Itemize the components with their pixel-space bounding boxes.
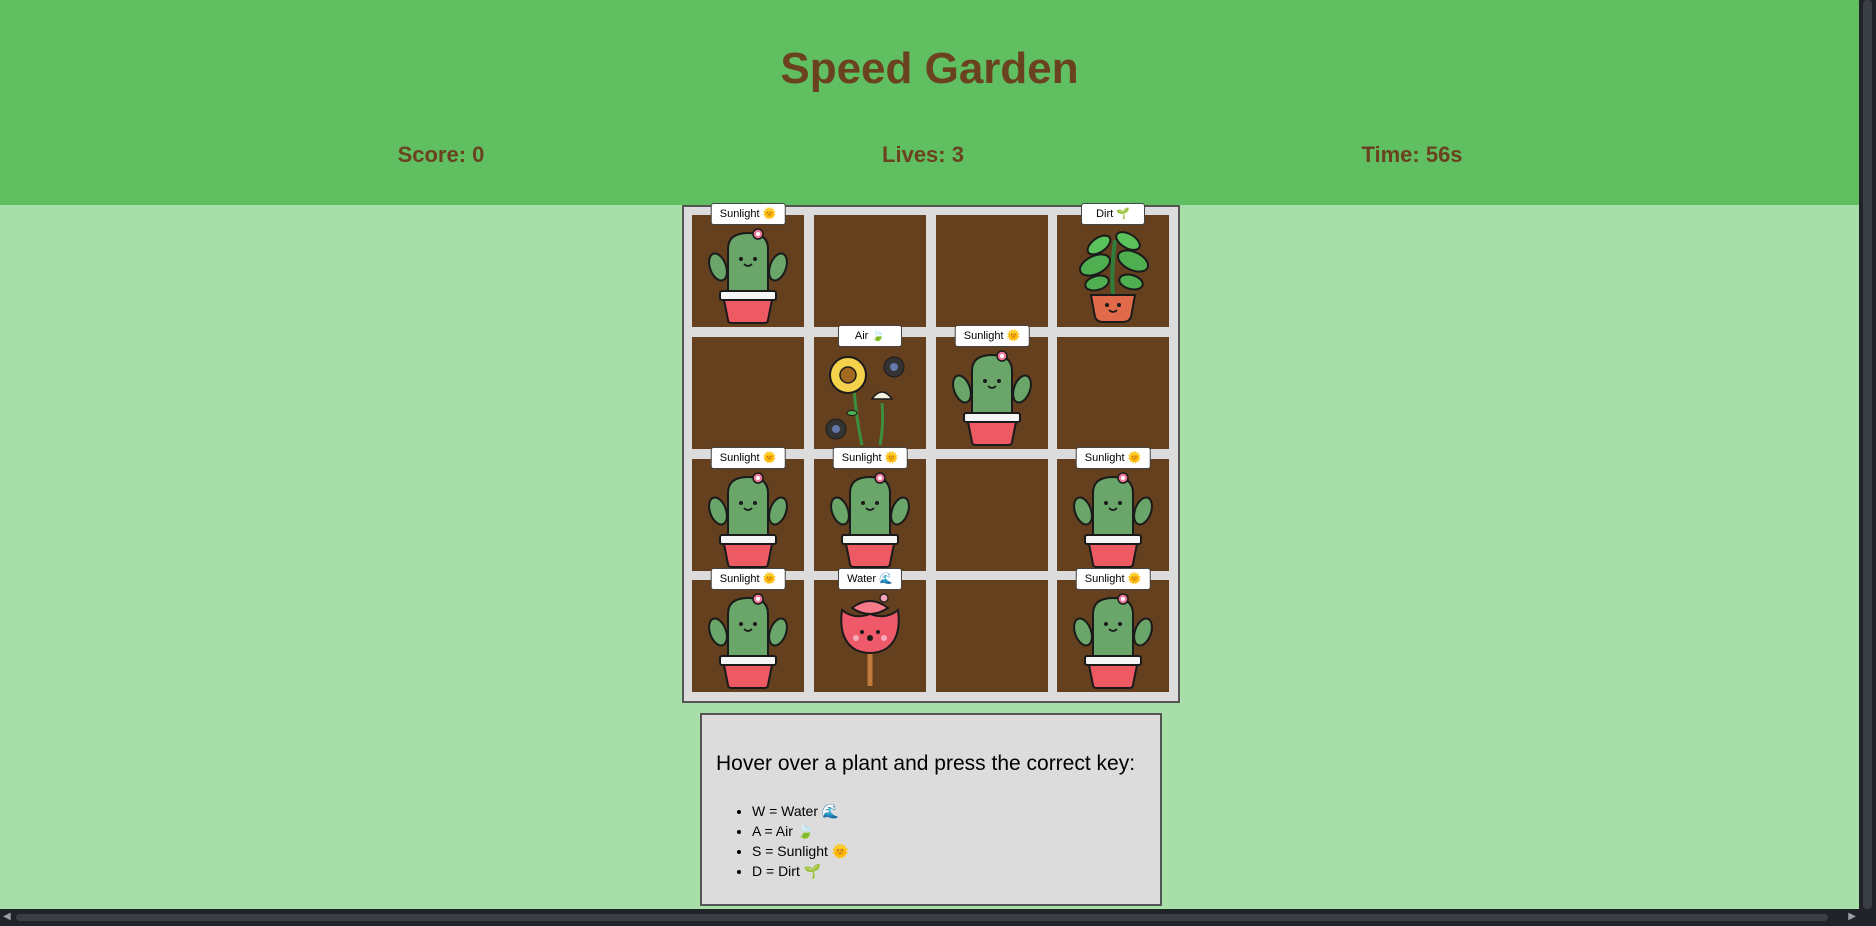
cactus-plant-icon[interactable]	[1063, 590, 1163, 690]
garden-cell[interactable]	[692, 337, 804, 449]
instructions-title: Hover over a plant and press the correct…	[716, 752, 1136, 775]
plant-need-label: Sunlight 🌞	[1075, 447, 1151, 469]
lives-display: Lives: 3	[882, 142, 964, 167]
scroll-right-icon[interactable]: ▶	[1848, 911, 1856, 922]
key-water-item: W = Water 🌊	[752, 801, 849, 821]
key-sunlight-item: S = Sunlight 🌞	[752, 841, 849, 861]
rose-plant-icon[interactable]	[820, 590, 920, 690]
garden-cell[interactable]	[936, 215, 1048, 327]
cactus-plant-icon[interactable]	[698, 225, 798, 325]
cactus-plant-icon[interactable]	[942, 347, 1042, 447]
key-dirt-item: D = Dirt 🌱	[752, 861, 849, 881]
garden-cell[interactable]: Dirt 🌱	[1057, 203, 1169, 327]
leafy-plant-icon[interactable]	[1063, 225, 1163, 325]
plant-need-label: Sunlight 🌞	[710, 203, 786, 225]
garden-cell[interactable]	[1057, 337, 1169, 449]
garden-cell[interactable]: Water 🌊	[814, 568, 926, 692]
cactus-plant-icon[interactable]	[698, 469, 798, 569]
cactus-plant-icon[interactable]	[698, 590, 798, 690]
plant-need-label: Sunlight 🌞	[710, 568, 786, 590]
garden-cell[interactable]: Sunlight 🌞	[1057, 447, 1169, 571]
cactus-plant-icon[interactable]	[820, 469, 920, 569]
cactus-plant-icon[interactable]	[1063, 469, 1163, 569]
plant-need-label: Water 🌊	[838, 568, 902, 590]
key-list: W = Water 🌊 A = Air 🍃 S = Sunlight 🌞 D =…	[736, 801, 849, 881]
score-display: Score: 0	[397, 142, 485, 167]
garden-cell[interactable]: Sunlight 🌞	[692, 568, 804, 692]
header-bar: Speed Garden Score: 0 Lives: 3 Time: 56s	[0, 0, 1859, 205]
garden-cell[interactable]: Sunlight 🌞	[692, 203, 804, 327]
sunflower-plant-icon[interactable]	[820, 347, 920, 447]
garden-cell[interactable]: Sunlight 🌞	[936, 325, 1048, 449]
scroll-left-icon[interactable]: ◀	[3, 911, 11, 922]
garden-cell[interactable]	[936, 580, 1048, 692]
game-title: Speed Garden	[780, 44, 1079, 93]
vertical-scrollbar[interactable]	[1859, 0, 1876, 909]
plant-need-label: Sunlight 🌞	[954, 325, 1030, 347]
garden-cell[interactable]: Sunlight 🌞	[1057, 568, 1169, 692]
plant-need-label: Sunlight 🌞	[710, 447, 786, 469]
horizontal-scrollbar[interactable]: ◀ ▶	[0, 909, 1876, 926]
garden-cell[interactable]: Air 🍃	[814, 325, 926, 449]
instructions-panel: Hover over a plant and press the correct…	[700, 713, 1162, 906]
horizontal-scrollbar-thumb[interactable]	[16, 914, 1828, 921]
plant-need-label: Air 🍃	[838, 325, 902, 347]
vertical-scrollbar-thumb[interactable]	[1863, 0, 1872, 909]
plant-need-label: Sunlight 🌞	[832, 447, 908, 469]
garden-cell[interactable]	[936, 459, 1048, 571]
garden-cell[interactable]: Sunlight 🌞	[814, 447, 926, 571]
key-air-item: A = Air 🍃	[752, 821, 849, 841]
garden-cell[interactable]: Sunlight 🌞	[692, 447, 804, 571]
garden-grid: Sunlight 🌞 Dirt 🌱 Air 🍃 Sunlight 🌞 Sunli…	[682, 203, 1180, 703]
timer-display: Time: 56s	[1361, 142, 1463, 167]
plant-need-label: Sunlight 🌞	[1075, 568, 1151, 590]
garden-cell[interactable]	[814, 215, 926, 327]
plant-need-label: Dirt 🌱	[1081, 203, 1145, 225]
